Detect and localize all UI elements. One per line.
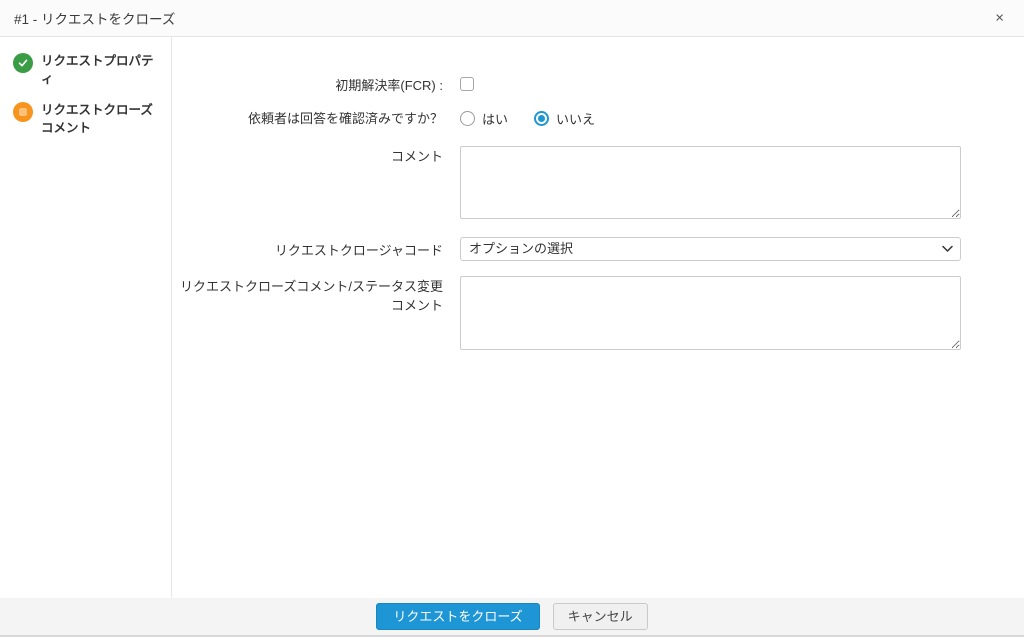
cancel-button[interactable]: キャンセル — [552, 602, 648, 631]
closure-code-row: リクエストクロージャコード オプションの選択 — [172, 236, 1024, 261]
close-icon[interactable]: × — [995, 11, 1004, 26]
radio-selected-icon[interactable] — [534, 110, 550, 126]
requester-confirm-label: 依頼者は回答を確認済みですか？ — [247, 110, 443, 126]
radio-option-no[interactable]: いいえ — [534, 109, 595, 128]
dialog-footer: リクエストをクローズ キャンセル — [0, 598, 1024, 637]
sidebar-item-request-properties[interactable]: リクエストプロパティ — [13, 52, 163, 88]
dialog-title: #1 - リクエストをクローズ — [14, 12, 176, 27]
current-step-icon — [13, 102, 33, 123]
sidebar-item-label: リクエストクローズコメント — [41, 103, 153, 136]
closure-code-label: リクエストクロージャコード — [274, 242, 443, 258]
comment-label: コメント — [390, 148, 443, 164]
comment-row: コメント — [172, 145, 1024, 219]
close-request-form: 初期解決率(FCR) : 依頼者は回答を確認済みですか？ はい いいえ コメント… — [172, 37, 1024, 598]
fcr-row: 初期解決率(FCR) : — [172, 75, 1024, 96]
radio-label-no: いいえ — [556, 111, 596, 127]
requester-confirm-row: 依頼者は回答を確認済みですか？ はい いいえ — [172, 108, 1024, 129]
close-comment-textarea[interactable] — [460, 275, 961, 350]
radio-label-yes: はい — [482, 111, 509, 127]
radio-option-yes[interactable]: はい — [460, 109, 508, 128]
comment-textarea[interactable] — [460, 145, 961, 219]
close-request-dialog: #1 - リクエストをクローズ × リクエストプロパティ リクエストクローズコメ… — [0, 0, 1024, 637]
closure-code-select[interactable]: オプションの選択 — [460, 236, 961, 261]
sidebar-item-request-close-comments[interactable]: リクエストクローズコメント — [13, 101, 163, 137]
steps-sidebar: リクエストプロパティ リクエストクローズコメント — [0, 37, 172, 598]
fcr-label: 初期解決率(FCR) : — [335, 78, 443, 93]
close-comment-label: リクエストクローズコメント/ステータス変更コメント — [180, 278, 443, 313]
dialog-body: リクエストプロパティ リクエストクローズコメント 初期解決率(FCR) : 依頼… — [0, 37, 1024, 598]
sidebar-item-label: リクエストプロパティ — [41, 54, 154, 87]
close-request-button[interactable]: リクエストをクローズ — [376, 602, 540, 631]
fcr-checkbox[interactable] — [460, 77, 474, 91]
close-comment-row: リクエストクローズコメント/ステータス変更コメント — [172, 275, 1024, 350]
check-icon — [13, 53, 33, 73]
dialog-header: #1 - リクエストをクローズ × — [0, 0, 1024, 37]
radio-unselected-icon[interactable] — [460, 110, 475, 126]
